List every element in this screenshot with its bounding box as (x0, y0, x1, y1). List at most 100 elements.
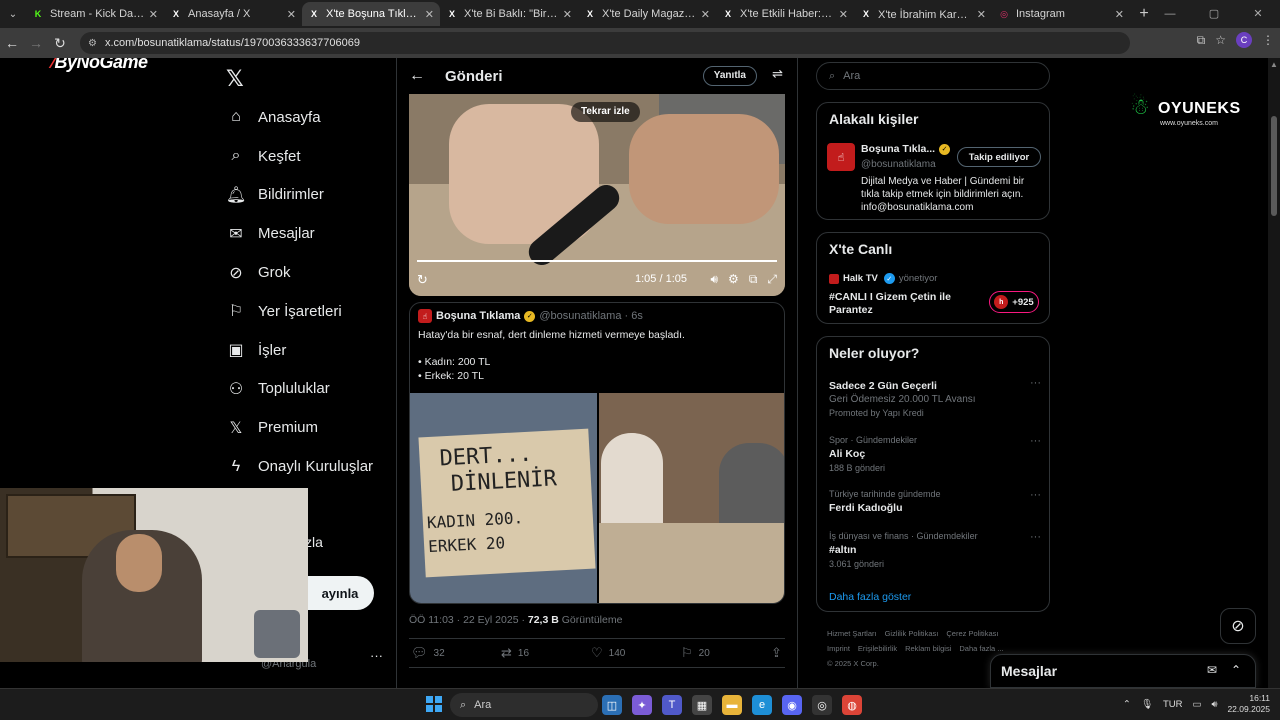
quoted-image-sign[interactable]: DERT... DİNLENİR KADIN 200. ERKEK 20 (410, 393, 597, 603)
page-scrollbar[interactable]: ▲ (1268, 58, 1280, 688)
live-listener-count[interactable]: h +925 (989, 291, 1039, 313)
post-timestamp[interactable]: ÖÖ 11:03 · 22 Eyl 2025 · (409, 614, 528, 626)
browser-tab[interactable]: X X'te Boşuna Tıklama: "Der ✕ (302, 2, 440, 26)
tab-close-icon[interactable]: ✕ (425, 8, 434, 21)
footer-link[interactable]: Gizlilik Politikası (885, 629, 939, 638)
share-action[interactable]: ⇪ (771, 645, 782, 661)
search-input[interactable]: ⌕ Ara (816, 62, 1050, 90)
back-arrow-icon[interactable]: ← (409, 67, 425, 85)
browser-menu-icon[interactable]: ⋮ (1262, 33, 1274, 47)
expand-icon[interactable]: ⌃ (1231, 663, 1241, 677)
following-button[interactable]: Takip ediliyor (957, 147, 1041, 167)
trend-item[interactable]: Sadece 2 Gün Geçerli Geri Ödemesiz 20.000… (829, 377, 1041, 418)
tab-close-icon[interactable]: ✕ (287, 8, 296, 21)
nav-item-premium[interactable]: 𝕏 Premium (226, 408, 396, 447)
live-space-title[interactable]: #CANLI I Gizem Çetin ile Parantez (829, 291, 979, 317)
video-player[interactable]: Tekrar izle ↻ 1:05 / 1:05 🔊︎ ⚙ ⧉ ⤢ (409, 94, 785, 296)
taskbar-search[interactable]: ⌕ Ara (450, 693, 598, 717)
tab-close-icon[interactable]: ✕ (977, 8, 986, 21)
footer-link[interactable]: Çerez Politikası (946, 629, 998, 638)
footer-link[interactable]: Reklam bilgisi (905, 644, 951, 653)
bookmark-action[interactable]: ⚐ 20 (681, 645, 771, 661)
volume-icon[interactable]: 🔊︎ (710, 272, 718, 287)
tab-close-icon[interactable]: ✕ (701, 8, 710, 21)
account-more-icon[interactable]: ··· (370, 648, 383, 663)
browser-tab[interactable]: K Stream - Kick Dashboard ✕ (26, 2, 164, 26)
trend-item[interactable]: İş dünyası ve finans · Gündemdekiler #alt… (829, 531, 1041, 569)
footer-link[interactable]: Hizmet Şartları (827, 629, 877, 638)
nav-item-grok[interactable]: ⊘ Grok (226, 253, 396, 292)
back-icon[interactable]: ← (0, 35, 24, 51)
trend-more-icon[interactable]: ··· (1030, 377, 1041, 389)
discord-icon[interactable]: ◉ (782, 695, 802, 715)
browser-tab[interactable]: X X'te Etkili Haber: "Kılıçdar ✕ (716, 2, 854, 26)
nav-item-jobs[interactable]: ▣ İşler (226, 331, 396, 370)
trend-item[interactable]: Türkiye tarihinde gündemde Ferdi Kadıoğlu… (829, 489, 1041, 514)
copilot-icon[interactable]: ✦ (632, 695, 652, 715)
browser-tab[interactable]: X X'te Bi Baklı: "Bir vatandaş ✕ (440, 2, 578, 26)
quoted-image-men[interactable] (599, 393, 784, 603)
video-progress-bar[interactable] (417, 260, 777, 262)
x-logo-icon[interactable]: 𝕏 (226, 66, 244, 92)
edge-icon[interactable]: e (752, 695, 772, 715)
fullscreen-icon[interactable]: ⤢ (767, 272, 777, 287)
minimize-icon[interactable]: — (1148, 0, 1192, 28)
chrome-icon[interactable]: ◍ (842, 695, 862, 715)
microphone-icon[interactable]: 🎙︎ (1141, 699, 1153, 710)
browser-tab[interactable]: X X'te İbrahim Karadeniz 🌟 ✕ (854, 2, 992, 26)
trend-more-icon[interactable]: ··· (1030, 489, 1041, 501)
replay-icon[interactable]: ↻ (417, 272, 428, 288)
trend-more-icon[interactable]: ··· (1030, 435, 1041, 447)
messages-drawer[interactable]: Mesajlar ✉ ⌃ (990, 654, 1256, 688)
install-icon[interactable]: ⧉ (1197, 33, 1206, 48)
trend-more-icon[interactable]: ··· (1030, 531, 1041, 543)
url-field[interactable]: ⚙ x.com/bosunatiklama/status/19700363336… (80, 32, 1130, 54)
related-name[interactable]: Boşuna Tıkla... ✓ (861, 143, 954, 155)
reload-icon[interactable]: ↻ (48, 35, 72, 52)
profile-avatar[interactable]: C (1236, 32, 1252, 48)
tab-close-icon[interactable]: ✕ (839, 8, 848, 21)
grok-button-icon[interactable]: ⊘ (1220, 608, 1256, 644)
settings-icon[interactable]: ⚙ (728, 272, 739, 287)
browser-tab[interactable]: X X'te Daily Magazin: "Dilan ✕ (578, 2, 716, 26)
nav-item-notifications[interactable]: 🔔︎ Bildirimler (226, 176, 396, 215)
pip-icon[interactable]: ⧉ (749, 272, 758, 287)
explorer-icon[interactable]: ▬ (722, 695, 742, 715)
tray-expand-icon[interactable]: ⌃ (1123, 699, 1131, 710)
store-icon[interactable]: ▦ (692, 695, 712, 715)
reply-action[interactable]: 💬︎ 32 (411, 645, 501, 661)
quoted-avatar[interactable]: ☝ (418, 309, 432, 323)
tab-search-icon[interactable]: ⌄ (0, 3, 26, 25)
like-action[interactable]: ♡ 140 (591, 645, 681, 661)
nav-item-home[interactable]: ⌂ Anasayfa (226, 98, 396, 137)
tab-close-icon[interactable]: ✕ (1115, 8, 1124, 21)
quoted-author-name[interactable]: Boşuna Tıklama (436, 310, 520, 322)
footer-link[interactable]: Daha fazla ... (959, 644, 1003, 653)
scroll-up-icon[interactable]: ▲ (1270, 60, 1278, 69)
related-avatar[interactable]: ☝ (827, 143, 855, 171)
bookmark-star-icon[interactable]: ☆ (1215, 33, 1226, 47)
obs-icon[interactable]: ◎ (812, 695, 832, 715)
nav-item-communities[interactable]: ⚇ Topluluklar (226, 370, 396, 409)
tab-close-icon[interactable]: ✕ (149, 8, 158, 21)
new-message-icon[interactable]: ✉ (1207, 663, 1217, 677)
tab-close-icon[interactable]: ✕ (563, 8, 572, 21)
maximize-icon[interactable]: ▢ (1192, 0, 1236, 28)
nav-item-messages[interactable]: ✉ Mesajlar (226, 214, 396, 253)
browser-tab[interactable]: ◎ Instagram ✕ (992, 2, 1130, 26)
nav-item-explore[interactable]: ⌕ Keşfet (226, 137, 396, 176)
site-info-icon[interactable]: ⚙ (88, 38, 97, 49)
close-window-icon[interactable]: ✕ (1236, 0, 1280, 28)
trend-item[interactable]: Spor · Gündemdekiler Ali Koç 188 B gönderi… (829, 435, 1041, 473)
footer-link[interactable]: © 2025 X Corp. (827, 659, 879, 668)
scrollbar-thumb[interactable] (1271, 116, 1277, 216)
footer-link[interactable]: Erişilebilirlik (858, 644, 897, 653)
show-more-link[interactable]: Daha fazla göster (829, 591, 911, 603)
repost-action[interactable]: ⇄ 16 (501, 645, 591, 661)
network-icon[interactable]: ▭ (1192, 699, 1201, 710)
replay-button[interactable]: Tekrar izle (571, 102, 640, 122)
adjust-icon[interactable]: ⇌ (772, 66, 783, 82)
windows-start-icon[interactable] (426, 696, 442, 712)
volume-icon[interactable]: 🔊︎ (1211, 699, 1217, 710)
browser-tab[interactable]: X Anasayfa / X ✕ (164, 2, 302, 26)
